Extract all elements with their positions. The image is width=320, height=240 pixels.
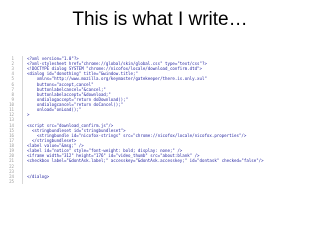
line-number: 25 (9, 178, 14, 184)
code-line: 25 (4, 179, 316, 185)
code-listing: 1 <?xml version="1.0"?> 2 <?xml-stylesheet … (4, 56, 316, 184)
slide-title: This is what I write… (72, 9, 248, 30)
